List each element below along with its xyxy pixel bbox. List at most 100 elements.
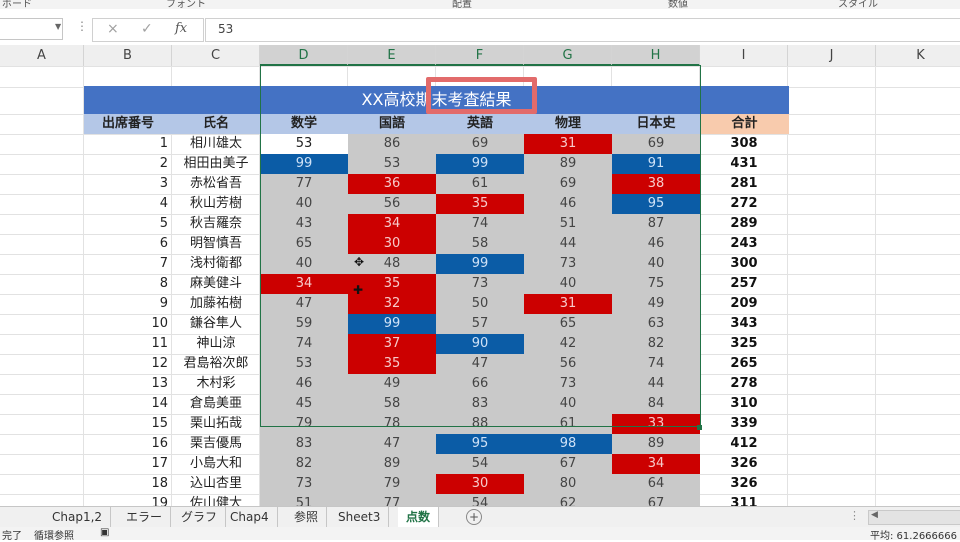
header-total[interactable]: 合計 [700,114,789,134]
cell-score-history[interactable]: 40 [612,254,700,274]
cell-score-japanese[interactable]: 53 [348,154,436,174]
more-options-icon[interactable]: ⋮ [849,509,860,522]
cell-score-english[interactable]: 57 [436,314,524,334]
cell-attendance-no[interactable]: 14 [84,394,172,414]
cell-score-physics[interactable]: 61 [524,414,612,434]
cell-name[interactable]: 君島裕次郎 [172,354,260,374]
cell-score-math[interactable]: 53 [260,354,348,374]
col-header-j[interactable]: J [788,45,876,66]
cell-attendance-no[interactable]: 15 [84,414,172,434]
cell-total[interactable]: 265 [700,354,788,374]
cell-score-math[interactable]: 51 [260,494,348,506]
tab-graph[interactable]: グラフ [173,507,227,527]
cell-score-history[interactable]: 74 [612,354,700,374]
cell-score-english[interactable]: 50 [436,294,524,314]
header-physics[interactable]: 物理 [524,114,612,134]
col-header-k[interactable]: K [876,45,960,66]
cell-score-english[interactable]: 90 [436,334,524,354]
cell-total[interactable]: 281 [700,174,788,194]
cell-total[interactable]: 300 [700,254,788,274]
horizontal-scrollbar[interactable]: ◀ [868,510,960,525]
cell-score-math[interactable]: 83 [260,434,348,454]
cell-total[interactable]: 326 [700,474,788,494]
tab-reference[interactable]: 参照 [286,507,328,527]
cell-score-math[interactable]: 77 [260,174,348,194]
cell-score-history[interactable]: 95 [612,194,700,214]
cell-name[interactable]: 赤松省吾 [172,174,260,194]
cell-total[interactable]: 343 [700,314,788,334]
macro-record-icon[interactable]: ▣ [100,527,109,538]
col-header-f[interactable]: F [436,45,524,66]
cell-score-japanese[interactable]: 56 [348,194,436,214]
cell-score-history[interactable]: 44 [612,374,700,394]
cell-attendance-no[interactable]: 19 [84,494,172,506]
cell-score-math[interactable]: 46 [260,374,348,394]
cell-name[interactable]: 小島大和 [172,454,260,474]
cell-score-physics[interactable]: 89 [524,154,612,174]
more-options-icon[interactable]: ⋮ [76,19,88,33]
cell-score-math[interactable]: 74 [260,334,348,354]
tab-scores[interactable]: 点数 [398,507,440,529]
cell-score-english[interactable]: 47 [436,354,524,374]
cell-attendance-no[interactable]: 10 [84,314,172,334]
cell-score-physics[interactable]: 65 [524,314,612,334]
cell-score-math[interactable]: 59 [260,314,348,334]
header-english[interactable]: 英語 [436,114,524,134]
cell-name[interactable]: 栗吉優馬 [172,434,260,454]
cell-score-english[interactable]: 95 [436,434,524,454]
cell-total[interactable]: 325 [700,334,788,354]
cell-name[interactable]: 倉島美亜 [172,394,260,414]
cell-score-physics[interactable]: 51 [524,214,612,234]
cell-name[interactable]: 佐山健大 [172,494,260,506]
cell-score-history[interactable]: 82 [612,334,700,354]
cell-score-english[interactable]: 73 [436,274,524,294]
cell-name[interactable]: 相田由美子 [172,154,260,174]
cell-name[interactable]: 麻美健斗 [172,274,260,294]
cell-score-history[interactable]: 49 [612,294,700,314]
col-header-a[interactable]: A [0,45,84,66]
cell-score-japanese[interactable]: 36 [348,174,436,194]
header-name[interactable]: 氏名 [172,114,260,134]
cell-total[interactable]: 209 [700,294,788,314]
cell-score-history[interactable]: 89 [612,434,700,454]
cell-name[interactable]: 神山涼 [172,334,260,354]
enter-icon[interactable]: ✓ [141,21,153,37]
cell-name[interactable]: 秋山芳樹 [172,194,260,214]
cell-score-physics[interactable]: 67 [524,454,612,474]
cell-score-physics[interactable]: 40 [524,394,612,414]
tab-chap1-2[interactable]: Chap1,2 [44,507,112,527]
cell-score-math[interactable]: 43 [260,214,348,234]
cell-score-japanese[interactable]: 79 [348,474,436,494]
cell-score-japanese[interactable]: 58 [348,394,436,414]
cell-total[interactable]: 243 [700,234,788,254]
cell-name[interactable]: 鎌谷隼人 [172,314,260,334]
cell-attendance-no[interactable]: 9 [84,294,172,314]
header-japanese[interactable]: 国語 [348,114,436,134]
cell-attendance-no[interactable]: 7 [84,254,172,274]
cell-attendance-no[interactable]: 16 [84,434,172,454]
cell-name[interactable]: 浅村衛都 [172,254,260,274]
cell-total[interactable]: 278 [700,374,788,394]
cell-score-english[interactable]: 99 [436,154,524,174]
cell-total[interactable]: 311 [700,494,788,506]
cell-score-math[interactable]: 79 [260,414,348,434]
cell-score-history[interactable]: 38 [612,174,700,194]
fill-handle[interactable] [697,425,702,430]
cell-score-history[interactable]: 84 [612,394,700,414]
cell-attendance-no[interactable]: 3 [84,174,172,194]
cell-score-math[interactable]: 40 [260,194,348,214]
col-header-h[interactable]: H [612,45,700,66]
cell-score-history[interactable]: 33 [612,414,700,434]
cell-score-math[interactable]: 34 [260,274,348,294]
cell-score-physics[interactable]: 80 [524,474,612,494]
cell-score-physics[interactable]: 73 [524,254,612,274]
cell-score-physics[interactable]: 31 [524,134,612,154]
cell-total[interactable]: 308 [700,134,788,154]
cell-score-japanese[interactable]: 78 [348,414,436,434]
tab-error[interactable]: エラー [118,507,172,527]
cell-score-english[interactable]: 69 [436,134,524,154]
cell-score-math[interactable]: 45 [260,394,348,414]
cell-score-japanese[interactable]: 34 [348,214,436,234]
cell-score-history[interactable]: 64 [612,474,700,494]
cell-attendance-no[interactable]: 18 [84,474,172,494]
